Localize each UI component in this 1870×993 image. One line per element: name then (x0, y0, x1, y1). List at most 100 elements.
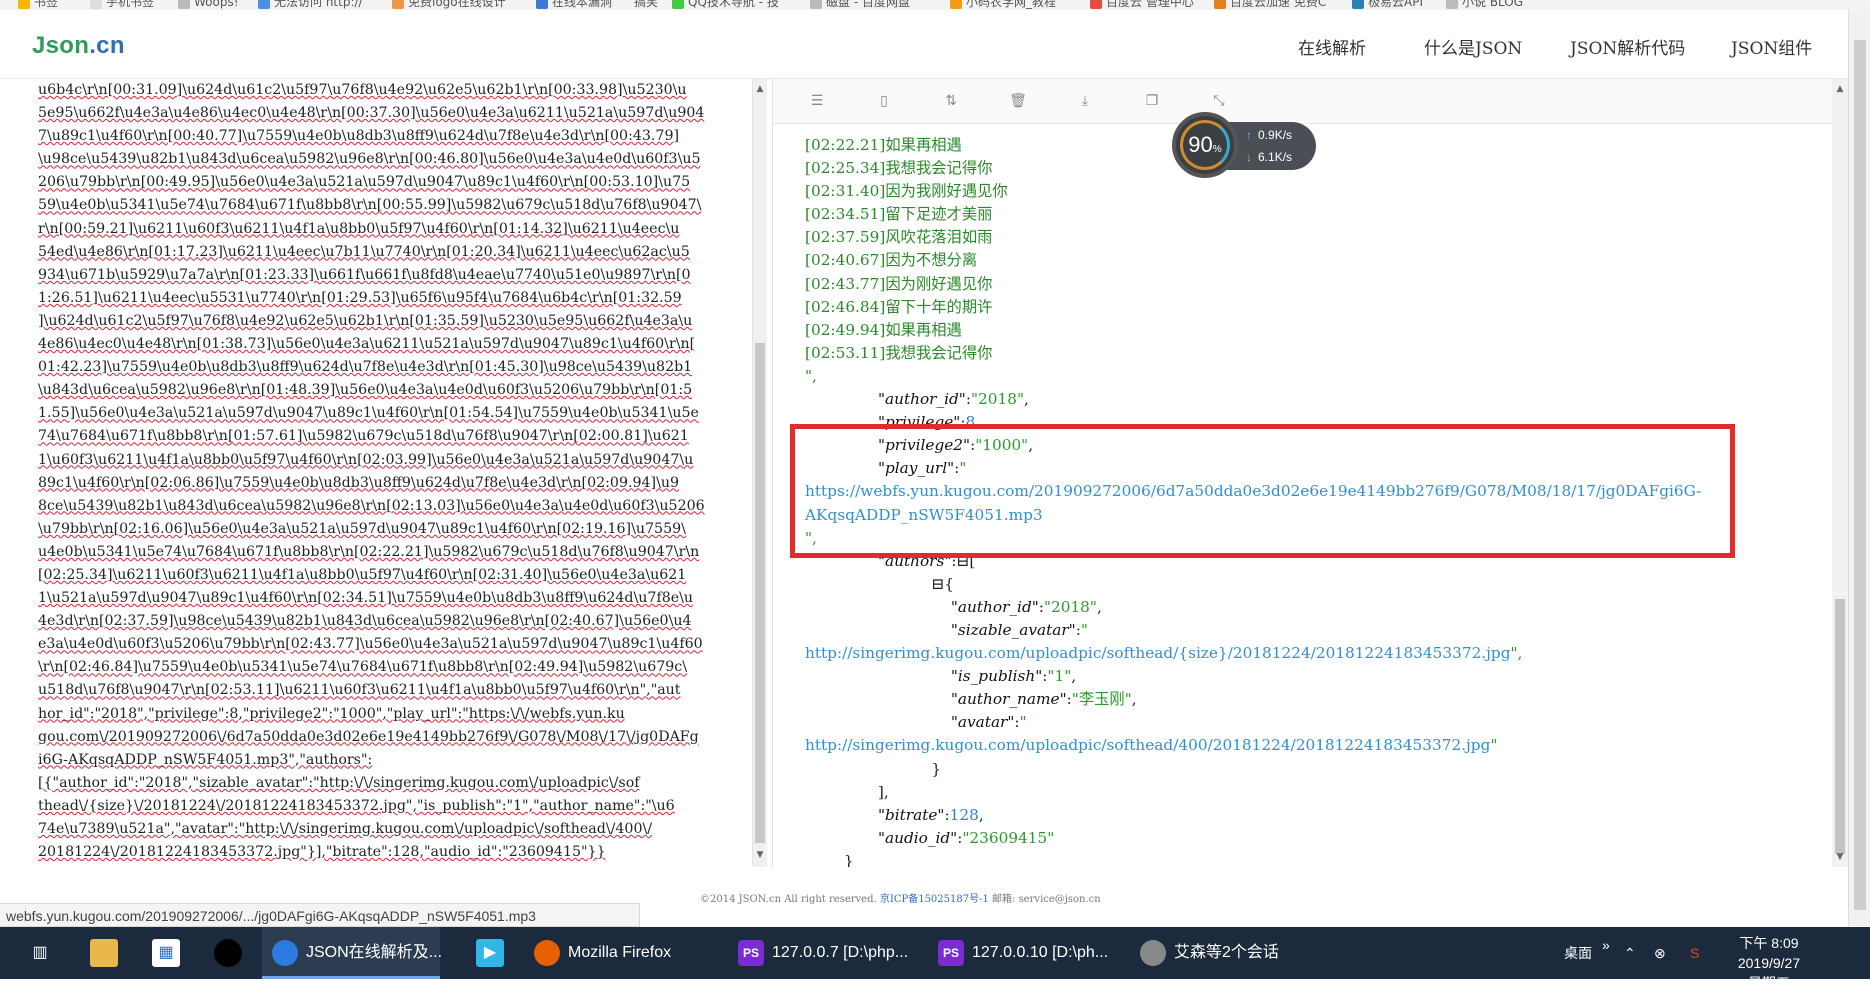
play-url-value[interactable]: https://webfs.yun.kugou.com/201909272006… (805, 480, 1815, 503)
raw-json-input[interactable]: u6b4c\r\n[00:31.09]\u624d\u61c2\u5f97\u7… (0, 79, 755, 867)
bookmark-item[interactable]: 百度云 管理中心 (1090, 0, 1194, 10)
copy-icon[interactable]: ❐ (1142, 91, 1162, 111)
footer-text: ©2014 JSON.cn All right reserved. 京ICP备1… (700, 890, 1101, 905)
bookmark-item[interactable]: Woops! (178, 0, 239, 10)
scroll-up-arrow-icon[interactable]: ▲ (755, 83, 765, 95)
avatar-value[interactable]: http://singerimg.kugou.com/uploadpic/sof… (805, 734, 1815, 757)
upload-speed: ↑ 0.9K/s (1246, 128, 1293, 142)
raw-json-line: hor_id":"2018","privilege":8,"privilege2… (38, 705, 625, 722)
collapse-toggle-icon[interactable]: ⊟ (931, 575, 944, 593)
trash-icon[interactable]: 🗑 (1008, 91, 1028, 111)
scrollbar-thumb[interactable] (1835, 599, 1845, 854)
raw-json-line: 01:42.23]\u7559\u4e0b\u8db3\u8ff9\u624d\… (38, 359, 693, 376)
raw-json-line: e3a\u4e0d\u60f3\u5206\u79bb\r\n[02:43.77… (38, 636, 703, 653)
api-icon (1352, 0, 1364, 9)
browser-icon (272, 939, 298, 966)
logo-icon (392, 0, 404, 9)
nav-json-code[interactable]: JSON解析代码 (1570, 34, 1685, 59)
code-icon (950, 0, 962, 9)
raw-json-line: 934\u671b\u5929\u7a7a\r\n[01:23.33]\u661… (38, 266, 691, 283)
raw-json-line: 7\u89c1\u4f60\r\n[00:40.77]\u7559\u4e0b\… (38, 128, 680, 145)
chevron-up-icon[interactable]: ⌃ (1624, 927, 1636, 979)
bookmark-item[interactable]: 书签 (18, 0, 58, 10)
desktop-label[interactable]: 桌面 (1564, 927, 1592, 979)
compress-icon[interactable]: ⤡ (1209, 91, 1229, 111)
collapse-toggle-icon[interactable]: ⊟ (957, 552, 970, 570)
formatted-json-text: [02:22.21]如果再相遇 [02:25.34]我想我会记得你 [02:31.4… (805, 123, 1815, 867)
file-explorer-icon[interactable] (90, 939, 118, 967)
json-brace-close: } (805, 851, 854, 867)
play-url-value-cont[interactable]: AKqsqADDP_nSW5F4051.mp3 (805, 504, 1815, 527)
string-close-quote: ", (805, 528, 817, 547)
ime-icon[interactable]: S (1690, 927, 1699, 979)
globe-icon (1446, 0, 1458, 9)
raw-json-line: 1:26.51]\u6211\u4eec\u5531\u7740\r\n[01:… (38, 289, 682, 306)
nav-what-is-json[interactable]: 什么是JSON (1424, 34, 1522, 59)
chevron-double-icon[interactable]: » (1602, 919, 1610, 971)
cloud-icon (1090, 0, 1102, 9)
bookmark-item[interactable]: 小说 BLOG (1446, 0, 1523, 10)
raw-json-line: u518d\u76f8\u9047\r\n[02:53.11]\u6211\u6… (38, 682, 681, 699)
scroll-down-arrow-icon[interactable]: ▼ (755, 849, 765, 861)
list-icon[interactable]: ☰ (807, 91, 827, 111)
star-icon (18, 0, 30, 9)
sort-icon[interactable]: ⇅ (941, 91, 961, 111)
raw-panel-scrollbar[interactable]: ▲ ▼ (752, 79, 767, 867)
bookmark-item[interactable]: 磁盘 - 百度网盘 (810, 0, 910, 10)
store-icon[interactable]: ▦ (152, 939, 180, 967)
raw-json-text[interactable]: u6b4c\r\n[00:31.09]\u624d\u61c2\u5f97\u7… (38, 79, 736, 864)
task-firefox[interactable]: Mozilla Firefox (534, 927, 714, 979)
site-logo[interactable]: Json.cn (32, 32, 125, 60)
nav-json-components[interactable]: JSON组件 (1731, 34, 1812, 59)
json-line-author-name: "author_name":"李玉刚", (950, 690, 1137, 709)
task-phpstorm-1[interactable]: PS 127.0.0.7 [D:\php... (738, 927, 926, 979)
media-icon[interactable]: ▶ (476, 939, 504, 967)
sizable-avatar-value[interactable]: http://singerimg.kugou.com/uploadpic/sof… (805, 642, 1815, 665)
raw-json-line: gou.com\/201909272006\/6d7a50dda0e3d02e6… (38, 728, 699, 745)
site-header: Json.cn 在线解析 什么是JSON JSON解析代码 JSON组件 (0, 10, 1848, 79)
task-phpstorm-2[interactable]: PS 127.0.0.10 [D:\ph... (938, 927, 1128, 979)
scrollbar-thumb[interactable] (1854, 40, 1866, 910)
memory-percent: 90% (1180, 120, 1230, 170)
json-line-a-author-id: "author_id":"2018", (950, 597, 1102, 616)
raw-json-line: 59\u4e0b\u5341\u5e74\u7684\u671f\u8bb8\r… (38, 197, 702, 214)
bookmark-item[interactable]: 手机书签 (90, 0, 154, 10)
raw-json-line: \r\n[02:46.84]\u7559\u4e0b\u5341\u5e74\u… (38, 659, 688, 676)
qq-icon[interactable] (214, 939, 242, 967)
bookmark-item[interactable]: 在线本漏洞 (536, 0, 612, 10)
page-scrollbar[interactable] (1848, 10, 1870, 926)
close-circle-icon[interactable]: ⊗ (1654, 927, 1666, 979)
json-line-play-url: "play_url":" (877, 459, 967, 478)
bookmark-item[interactable]: 搞笑 (634, 0, 658, 10)
task-chat[interactable]: 艾森等2个会话 (1140, 927, 1320, 979)
bookmark-item[interactable]: 小码农学网_教程 (950, 0, 1056, 10)
lyric-line: [02:43.77]因为刚好遇见你 (805, 274, 993, 293)
bookmark-item[interactable]: 百度云加速 免费C (1214, 0, 1326, 10)
download-arrow-icon: ↓ (1246, 150, 1252, 164)
link-status-bar: webfs.yun.kugou.com/201909272006/.../jg0… (0, 903, 640, 927)
cloud-icon (1214, 0, 1226, 9)
network-speed-widget[interactable]: ↑ 0.9K/s ↓ 6.1K/s 90% (1172, 112, 1320, 186)
system-clock[interactable]: 下午 8:09 2019/9/27 星期五 (1729, 933, 1809, 993)
task-view-icon[interactable]: ▥ (26, 939, 54, 967)
formatted-panel-scrollbar[interactable]: ▲ ▼ (1832, 79, 1848, 867)
json-array-close: ], (805, 782, 889, 801)
raw-json-line: 5e95\u662f\u4e3a\u4e86\u4ec0\u4e48\r\n[0… (38, 105, 705, 122)
raw-json-line: thead\/{size}\/20181224\/201812241834533… (38, 797, 675, 814)
raw-json-line: 89c1\u4f60\r\n[02:06.86]\u7559\u4e0b\u8d… (38, 474, 680, 491)
scroll-down-arrow-icon[interactable]: ▼ (1835, 851, 1845, 863)
icp-link[interactable]: 京ICP备15025187号-1 (880, 894, 989, 905)
document-icon[interactable]: ▯ (874, 91, 894, 111)
nav-online-parse[interactable]: 在线解析 (1298, 34, 1366, 59)
bookmark-item[interactable]: QQ技术导航 - 技 (672, 0, 779, 10)
task-json-browser[interactable]: JSON在线解析及... (262, 927, 442, 979)
bookmark-item[interactable]: 无法访问 http:// (258, 0, 363, 10)
json-line-is-publish: "is_publish":"1", (950, 667, 1077, 686)
bookmark-item[interactable]: 极易云API (1352, 0, 1423, 10)
json-line-privilege: "privilege":8, (877, 413, 981, 432)
raw-json-line: i6G-AKqsqADDP_nSW5F4051.mp3","authors": (38, 751, 373, 768)
scrollbar-thumb[interactable] (755, 343, 765, 843)
scroll-up-arrow-icon[interactable]: ▲ (1835, 83, 1845, 95)
download-icon[interactable]: ⤓ (1075, 91, 1095, 111)
bookmark-item[interactable]: 免费logo在线设计 (392, 0, 506, 10)
